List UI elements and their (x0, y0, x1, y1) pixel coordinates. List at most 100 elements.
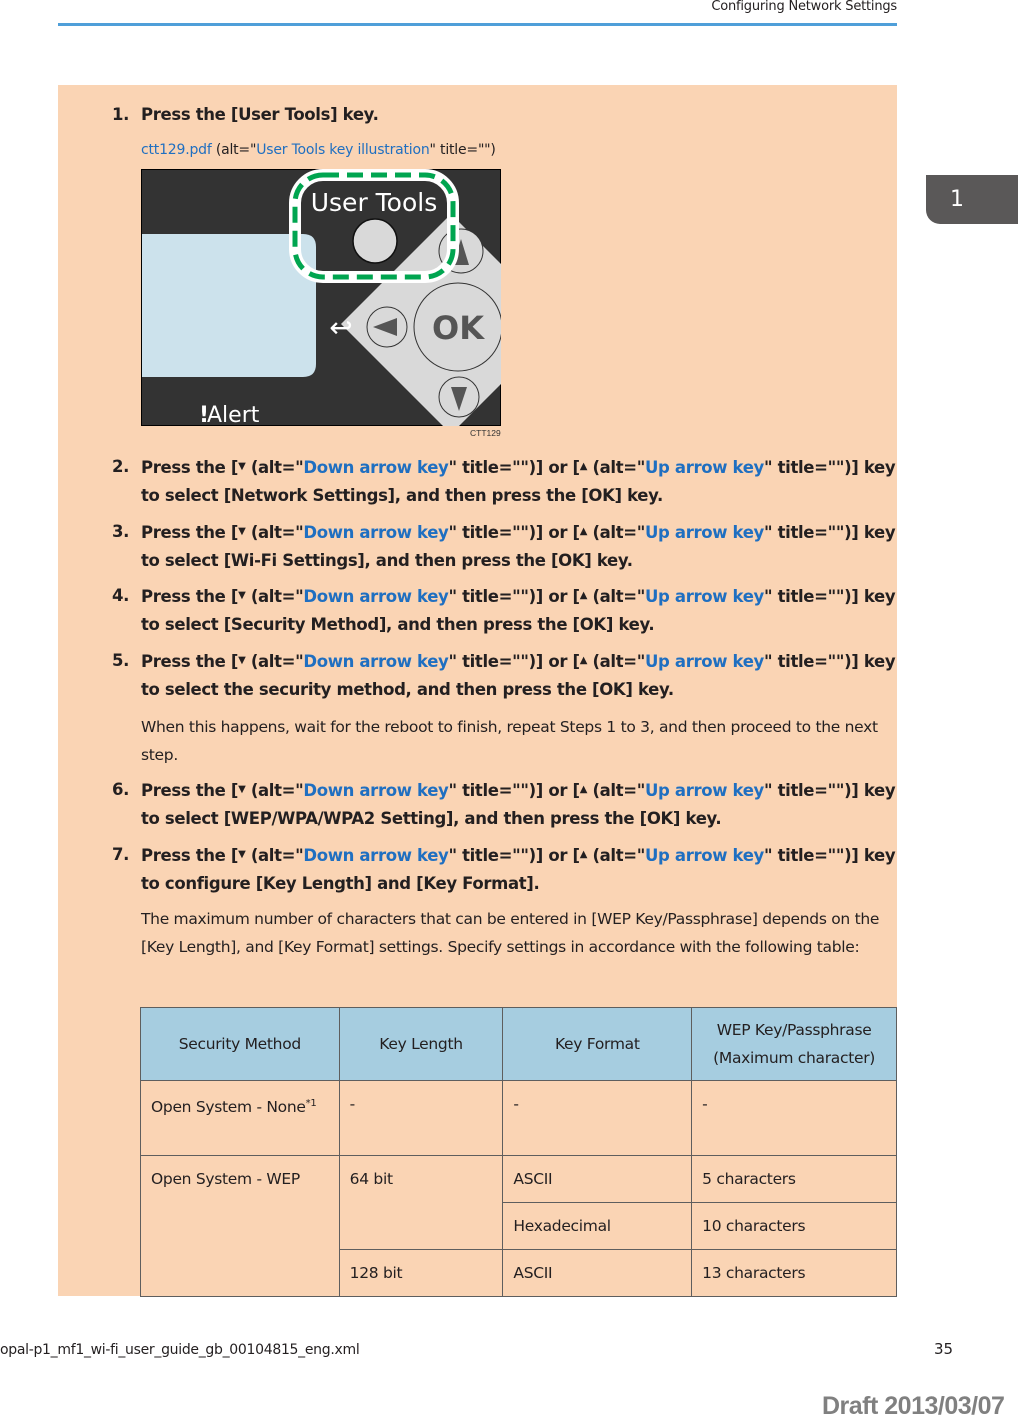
step-number: 2. (112, 457, 130, 476)
up-arrow-key-link[interactable]: Up arrow key (645, 781, 764, 800)
header-text: (Maximum character) (713, 1049, 876, 1067)
up-arrow-key-link[interactable]: Up arrow key (645, 846, 764, 865)
cell-max-chars: 10 characters (691, 1202, 897, 1250)
cell-security-method: Open System - None*1 (140, 1080, 340, 1156)
table-header-key-format: Key Format (502, 1007, 693, 1081)
caption-text: (alt=" (211, 142, 257, 158)
down-arrow-key-link[interactable]: Down arrow key (303, 458, 448, 477)
back-icon: ↩ (329, 311, 352, 344)
figure-code: CTT129 (470, 428, 501, 438)
step-text: Press the [User Tools] key. (141, 105, 379, 124)
draft-stamp: Draft 2013/03/07 (822, 1392, 1005, 1420)
text: Press the [ (141, 523, 239, 542)
table-header-row: Security Method Key Length Key Format WE… (140, 1007, 897, 1081)
table-header-security-method: Security Method (140, 1007, 340, 1081)
cell-max-chars: 13 characters (691, 1249, 897, 1297)
text: Press the [ (141, 458, 239, 477)
text: " title="")] key (763, 458, 896, 477)
down-arrow-key-link[interactable]: Down arrow key (303, 846, 448, 865)
step-number: 7. (112, 845, 130, 864)
up-arrow-icon: ▲ (579, 784, 588, 795)
text: (alt=" (587, 458, 645, 477)
text: " title="")] key (763, 781, 896, 800)
table-header-key-length: Key Length (338, 1007, 504, 1081)
down-arrow-key-link[interactable]: Down arrow key (303, 781, 448, 800)
page-number: 35 (934, 1340, 954, 1358)
up-arrow-icon: ▲ (579, 526, 588, 537)
up-arrow-key-link[interactable]: Up arrow key (645, 587, 764, 606)
cell-key-format: ASCII (502, 1249, 693, 1297)
caption-text: " title="") (429, 142, 496, 158)
text: to select [Security Method], and then pr… (141, 615, 655, 634)
step-number: 6. (112, 780, 130, 799)
footnote-ref[interactable]: *1 (306, 1098, 317, 1109)
running-head-title: Configuring Network Settings (711, 0, 897, 14)
text: Press the [ (141, 781, 239, 800)
text: (alt=" (587, 587, 645, 606)
table-header-max-chars: WEP Key/Passphrase (Maximum character) (691, 1007, 897, 1081)
text: to select [Network Settings], and then p… (141, 486, 663, 505)
up-arrow-icon: ▲ (579, 849, 588, 860)
text: " title="")] or [ (448, 781, 580, 800)
figure-alt-link[interactable]: User Tools key illustration (256, 142, 430, 158)
header-text: WEP Key/Passphrase (716, 1021, 872, 1039)
cell-key-format: - (502, 1080, 693, 1156)
step-number: 4. (112, 586, 130, 605)
text: Press the [ (141, 652, 239, 671)
step-number: 1. (112, 105, 130, 124)
cell-key-length: 128 bit (338, 1249, 504, 1297)
cell-max-chars: - (691, 1080, 897, 1156)
text: (alt=" (245, 458, 304, 477)
up-arrow-icon: ▲ (579, 655, 588, 666)
table-row: Open System - WEP 64 bit ASCII 5 charact… (140, 1155, 897, 1297)
step-5-note: When this happens, wait for the reboot t… (141, 718, 878, 764)
up-arrow-key-link[interactable]: Up arrow key (645, 652, 764, 671)
down-arrow-key-link[interactable]: Down arrow key (303, 523, 448, 542)
step-text: Press the [▼ (alt="Down arrow key" title… (141, 647, 901, 704)
cell-key-length: 64 bit (338, 1155, 504, 1250)
text: " title="")] key (763, 523, 896, 542)
step-number: 5. (112, 651, 130, 670)
step-number: 3. (112, 522, 130, 541)
up-arrow-key-link[interactable]: Up arrow key (645, 458, 764, 477)
cell-key-format: ASCII (502, 1155, 693, 1203)
down-arrow-key-link[interactable]: Down arrow key (303, 652, 448, 671)
text: " title="")] or [ (448, 652, 580, 671)
header-rule (58, 23, 897, 26)
figure-file-link[interactable]: ctt129.pdf (141, 142, 212, 158)
cell-key-length: - (338, 1080, 504, 1156)
text: (alt=" (245, 523, 304, 542)
text: (alt=" (245, 652, 304, 671)
down-arrow-key-link[interactable]: Down arrow key (303, 587, 448, 606)
text: " title="")] or [ (448, 458, 580, 477)
text: " title="")] key (763, 846, 896, 865)
step-text: Press the [▼ (alt="Down arrow key" title… (141, 776, 901, 833)
chapter-tab[interactable]: 1 (926, 175, 1018, 224)
alert-label: Alert (207, 403, 260, 426)
cell-max-chars: 5 characters (691, 1155, 897, 1203)
text: (alt=" (245, 781, 304, 800)
text: (alt=" (587, 781, 645, 800)
text: " title="")] or [ (448, 523, 580, 542)
step-text: Press the [▼ (alt="Down arrow key" title… (141, 453, 901, 510)
text: " title="")] or [ (448, 846, 580, 865)
text: " title="")] key (763, 652, 896, 671)
up-arrow-key-link[interactable]: Up arrow key (645, 523, 764, 542)
text: Press the [ (141, 587, 239, 606)
text: (alt=" (587, 523, 645, 542)
user-tools-key-illustration: OK ↩ User Tools ! Alert (141, 169, 501, 426)
text: (alt=" (245, 846, 304, 865)
step-text: Press the [▼ (alt="Down arrow key" title… (141, 518, 901, 575)
user-tools-key (352, 218, 398, 264)
footer-filename: opal-p1_mf1_wi-fi_user_guide_gb_00104815… (0, 1342, 360, 1358)
text: to select [WEP/WPA/WPA2 Setting], and th… (141, 809, 722, 828)
cell-text: Open System - None (151, 1098, 306, 1117)
user-tools-label: User Tools (311, 188, 438, 217)
step-text: Press the [▼ (alt="Down arrow key" title… (141, 582, 901, 639)
ok-key-label: OK (432, 309, 485, 347)
cell-key-format: Hexadecimal (502, 1202, 693, 1250)
cell-security-method: Open System - WEP (140, 1155, 340, 1297)
key-length-table: Security Method Key Length Key Format WE… (140, 1007, 897, 1297)
step-7-note: The maximum number of characters that ca… (141, 910, 880, 956)
text: " title="")] or [ (448, 587, 580, 606)
